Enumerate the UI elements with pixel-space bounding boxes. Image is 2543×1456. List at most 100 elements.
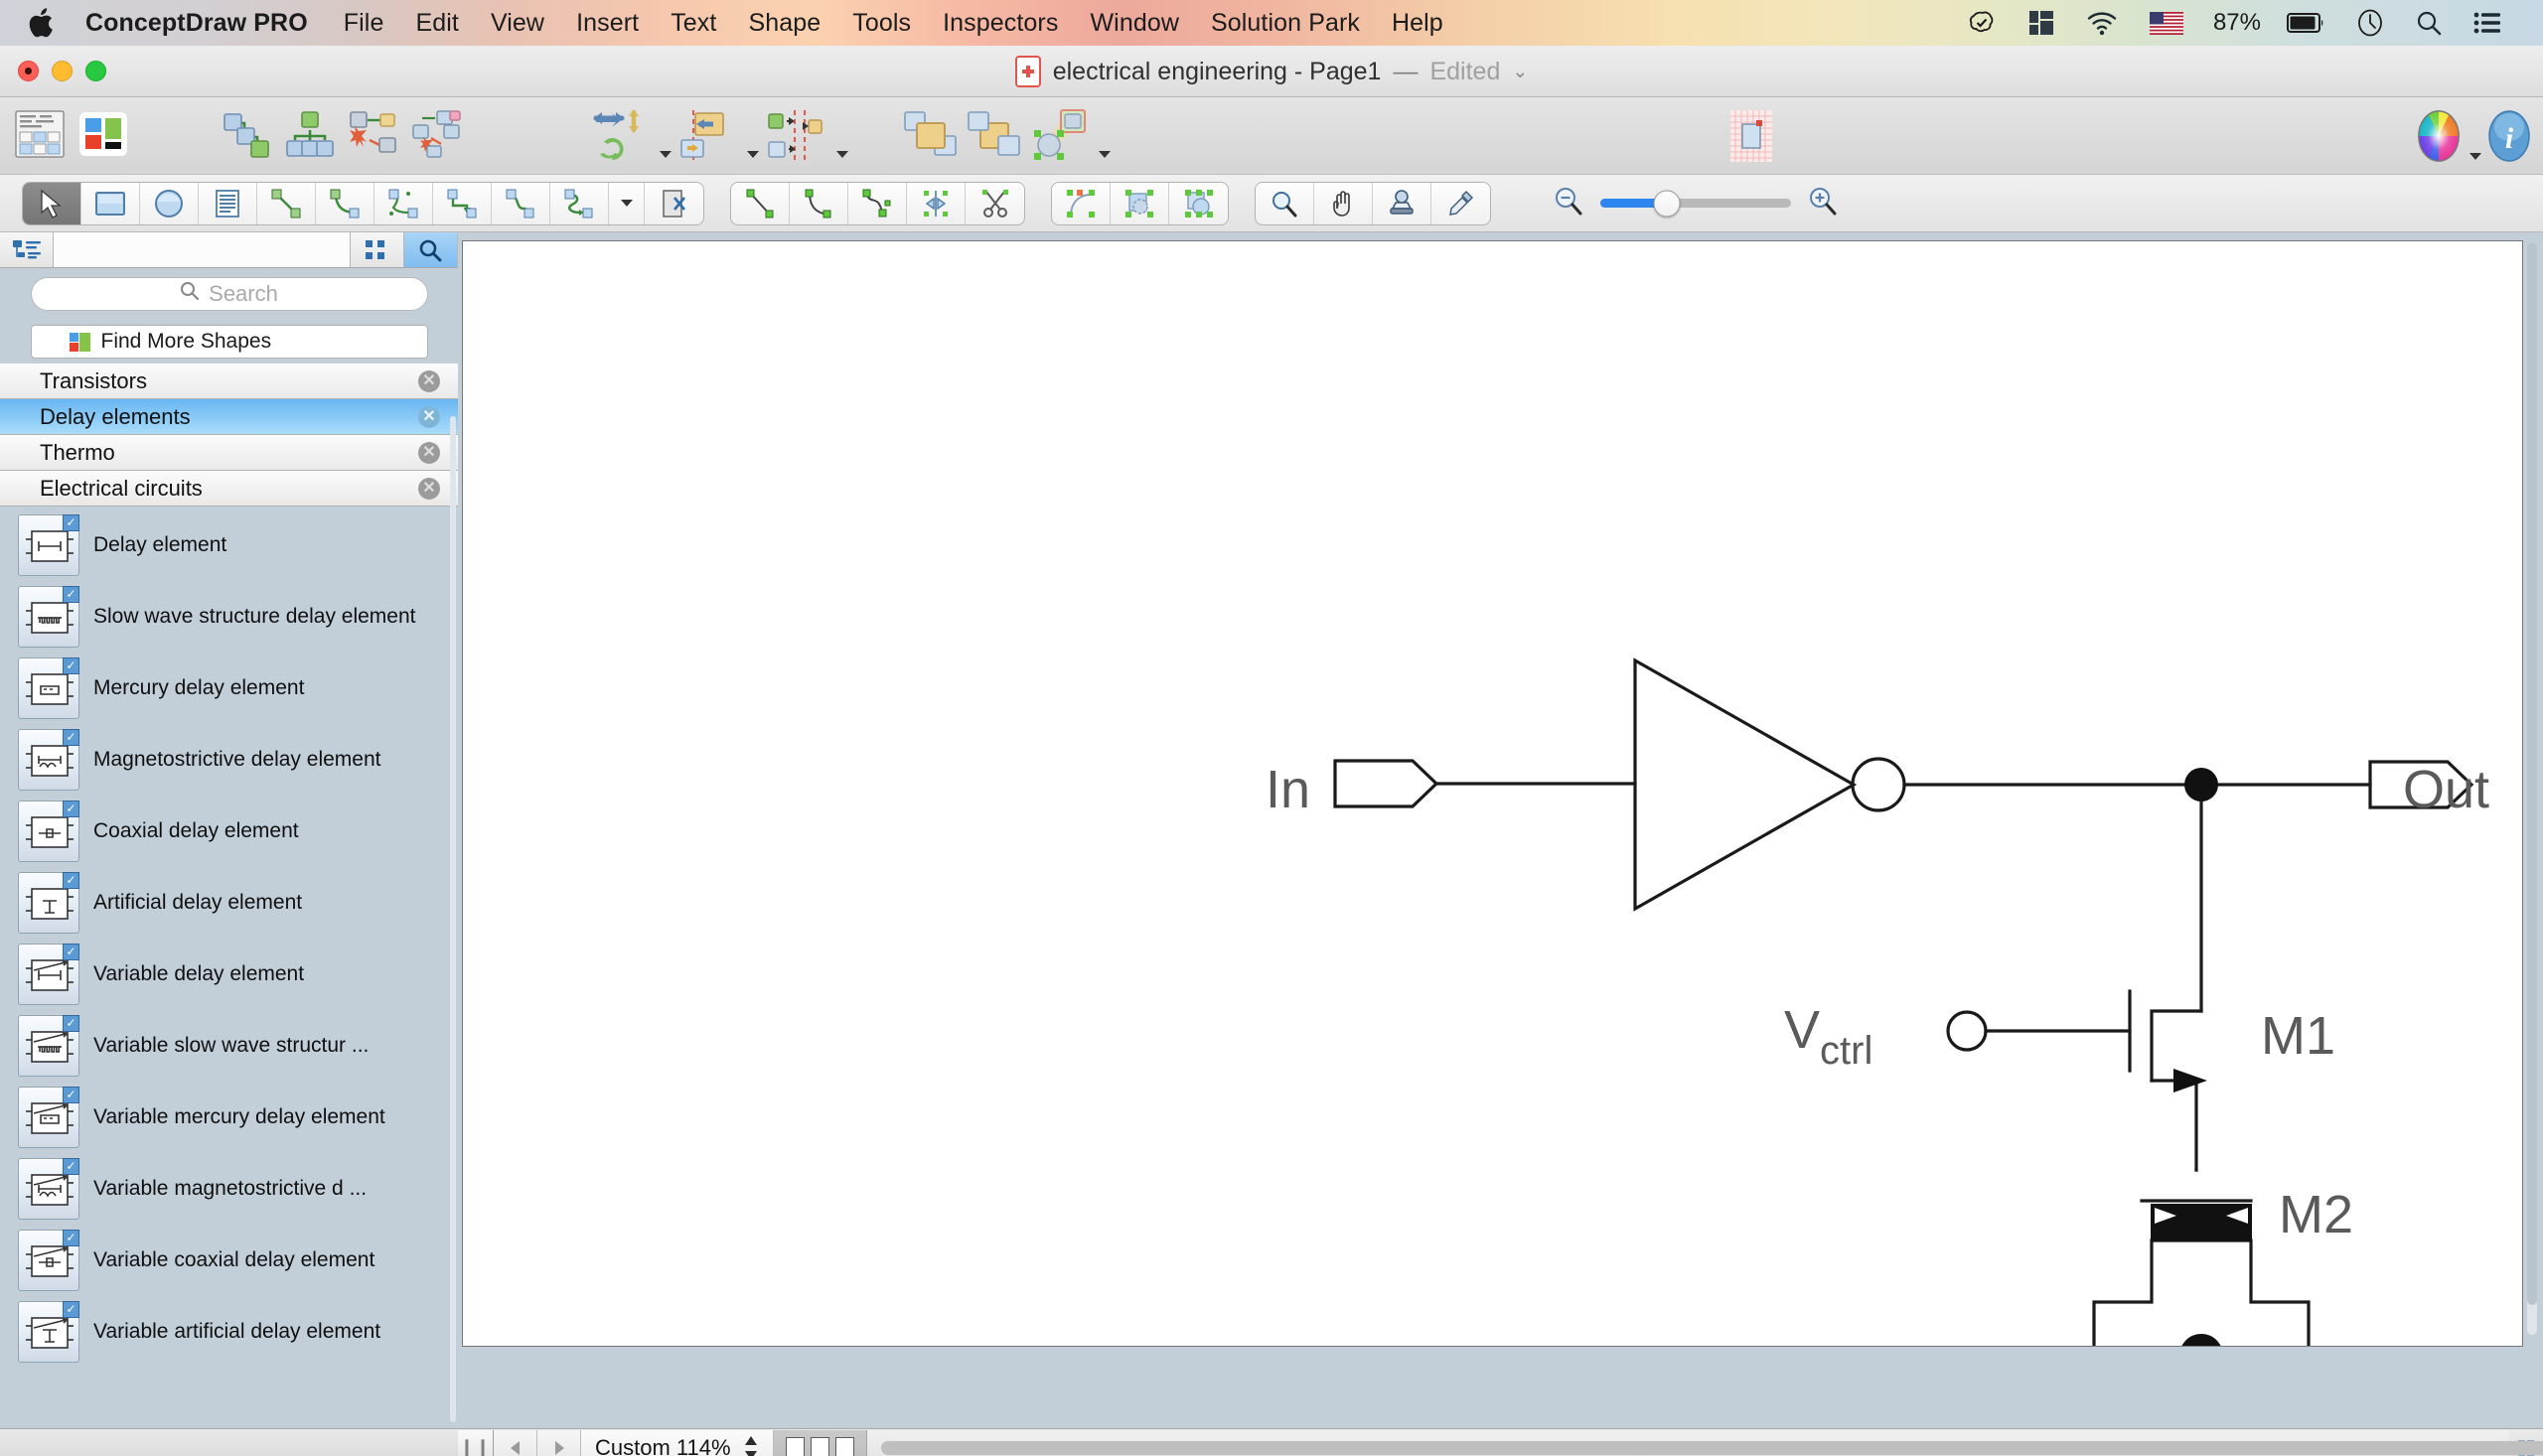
menu-app-name[interactable]: ConceptDraw PRO xyxy=(75,9,328,38)
library-category-row[interactable]: Electrical circuits✕ xyxy=(0,471,458,507)
grid-view-icon[interactable] xyxy=(351,232,404,267)
shape-list-item[interactable]: ✓Artificial delay element xyxy=(0,867,458,939)
variable-coaxial-thumb[interactable]: ✓ xyxy=(18,1230,79,1291)
zoom-button[interactable] xyxy=(85,61,106,81)
variable-slow-wave-thumb[interactable]: ✓ xyxy=(18,1015,79,1077)
shape-list-item[interactable]: ✓Variable coaxial delay element xyxy=(0,1225,458,1296)
menu-item-tools[interactable]: Tools xyxy=(836,9,927,38)
merge-shapes-tool[interactable] xyxy=(1169,183,1228,224)
bring-to-front-icon[interactable] xyxy=(902,108,960,165)
send-to-back-icon[interactable] xyxy=(966,108,1023,165)
shape-list-item[interactable]: ✓Coaxial delay element xyxy=(0,796,458,867)
two-page-view[interactable] xyxy=(811,1437,829,1456)
smart-connector-tool[interactable] xyxy=(374,183,433,224)
menu-item-insert[interactable]: Insert xyxy=(560,9,655,38)
us-flag-icon[interactable] xyxy=(2134,12,2199,35)
close-icon[interactable]: ✕ xyxy=(418,370,440,392)
search-view-icon[interactable] xyxy=(404,232,458,267)
wifi-icon[interactable] xyxy=(2070,10,2134,36)
variable-magnetostrictive-thumb[interactable]: ✓ xyxy=(18,1158,79,1220)
slow-wave-delay-thumb[interactable]: ✓ xyxy=(18,586,79,648)
distribute-objects-icon[interactable] xyxy=(765,108,830,167)
menu-item-edit[interactable]: Edit xyxy=(399,9,474,38)
library-category-row[interactable]: Delay elements✕ xyxy=(0,399,458,435)
menu-item-inspectors[interactable]: Inspectors xyxy=(927,9,1074,38)
find-more-shapes-button[interactable]: Find More Shapes xyxy=(31,325,428,359)
line-tool[interactable] xyxy=(731,183,790,224)
hand-tool[interactable] xyxy=(1314,183,1373,224)
menu-item-window[interactable]: Window xyxy=(1074,9,1195,38)
menu-item-help[interactable]: Help xyxy=(1376,9,1459,38)
single-page-view[interactable] xyxy=(786,1437,805,1456)
minimize-button[interactable] xyxy=(52,61,73,81)
menu-item-text[interactable]: Text xyxy=(655,9,732,38)
connector-caret[interactable] xyxy=(609,183,645,224)
previous-page-icon[interactable] xyxy=(494,1430,537,1456)
spotlight-search-icon[interactable] xyxy=(2400,10,2458,36)
hierarchy-chart-icon[interactable] xyxy=(284,108,336,165)
page-setup-icon[interactable] xyxy=(1728,108,1774,169)
clock-icon[interactable] xyxy=(2340,9,2400,37)
variable-mercury-thumb[interactable]: ✓ xyxy=(18,1087,79,1148)
stepper-icon[interactable] xyxy=(743,1435,759,1456)
curve-connector-tool[interactable] xyxy=(492,183,550,224)
shape-list-item[interactable]: ✓Delay element xyxy=(0,510,458,581)
rectangle-tool[interactable] xyxy=(81,183,140,224)
text-tool[interactable] xyxy=(199,183,257,224)
stamp-tool[interactable] xyxy=(1373,183,1431,224)
horizontal-scroll-thumb[interactable] xyxy=(881,1441,2543,1455)
dropbox-check-icon[interactable] xyxy=(1951,8,2013,38)
menu-item-shape[interactable]: Shape xyxy=(732,9,836,38)
close-icon[interactable]: ✕ xyxy=(418,406,440,428)
distribute-objects-caret[interactable] xyxy=(836,151,848,158)
color-wheel-caret[interactable] xyxy=(2469,153,2481,160)
zoom-slider-track[interactable] xyxy=(1600,199,1791,208)
shape-list-item[interactable]: ✓Variable mercury delay element xyxy=(0,1082,458,1153)
close-button[interactable] xyxy=(18,61,39,81)
mercury-delay-thumb[interactable]: ✓ xyxy=(18,657,79,719)
canvas-vertical-scrollbar[interactable] xyxy=(2527,242,2537,1335)
close-icon[interactable]: ✕ xyxy=(418,478,440,500)
cut-connector-tool[interactable] xyxy=(645,183,703,224)
window-tiles-icon[interactable] xyxy=(2013,10,2070,36)
battery-icon[interactable] xyxy=(2271,13,2340,33)
close-icon[interactable]: ✕ xyxy=(418,442,440,464)
variable-delay-thumb[interactable]: ✓ xyxy=(18,944,79,1005)
mirror-tool[interactable] xyxy=(907,183,966,224)
shape-list-item[interactable]: ✓Slow wave structure delay element xyxy=(0,581,458,653)
continuous-page-view[interactable] xyxy=(835,1437,854,1456)
direct-connector-tool[interactable] xyxy=(257,183,316,224)
shape-list-item[interactable]: ✓Variable artificial delay element xyxy=(0,1296,458,1368)
curved-connector-tool[interactable] xyxy=(316,183,374,224)
zoom-slider-knob[interactable] xyxy=(1654,190,1681,217)
scissors-tool[interactable] xyxy=(966,183,1024,224)
tree-view-icon[interactable] xyxy=(0,232,54,267)
edit-points-tool[interactable] xyxy=(1052,183,1111,224)
search-input[interactable]: Search xyxy=(31,277,428,311)
shape-list-item[interactable]: ✓Variable delay element xyxy=(0,939,458,1010)
right-angle-connector-tool[interactable] xyxy=(433,183,492,224)
arc-tool[interactable] xyxy=(790,183,848,224)
apple-logo-icon[interactable] xyxy=(0,8,75,38)
document-page[interactable]: In Out Vctrl M1 M2 xyxy=(462,240,2523,1347)
canvas-scroll-thumb[interactable] xyxy=(2527,242,2537,1305)
bezier-tool[interactable] xyxy=(848,183,907,224)
zoom-in-icon[interactable] xyxy=(1807,185,1839,221)
shape-list-item[interactable]: ✓Magnetostrictive delay element xyxy=(0,724,458,796)
menu-item-solution-park[interactable]: Solution Park xyxy=(1195,9,1376,38)
info-inspector-icon[interactable]: i xyxy=(2487,108,2531,169)
artificial-delay-thumb[interactable]: ✓ xyxy=(18,872,79,934)
menu-item-view[interactable]: View xyxy=(475,9,560,38)
color-wheel-icon[interactable] xyxy=(2416,108,2462,169)
library-category-row[interactable]: Transistors✕ xyxy=(0,364,458,399)
horizontal-scrollbar[interactable] xyxy=(867,1430,2509,1456)
coaxial-delay-thumb[interactable]: ✓ xyxy=(18,801,79,862)
variable-artificial-thumb[interactable]: ✓ xyxy=(18,1301,79,1363)
notification-center-icon[interactable] xyxy=(2458,12,2517,34)
shape-library-icon[interactable] xyxy=(14,108,66,165)
library-name-field[interactable] xyxy=(54,232,351,267)
multi-connector-tool[interactable] xyxy=(550,183,609,224)
magnetostrictive-delay-thumb[interactable]: ✓ xyxy=(18,729,79,791)
mindmap-icon[interactable] xyxy=(348,108,399,165)
sidebar-scrollbar[interactable] xyxy=(450,416,456,1422)
